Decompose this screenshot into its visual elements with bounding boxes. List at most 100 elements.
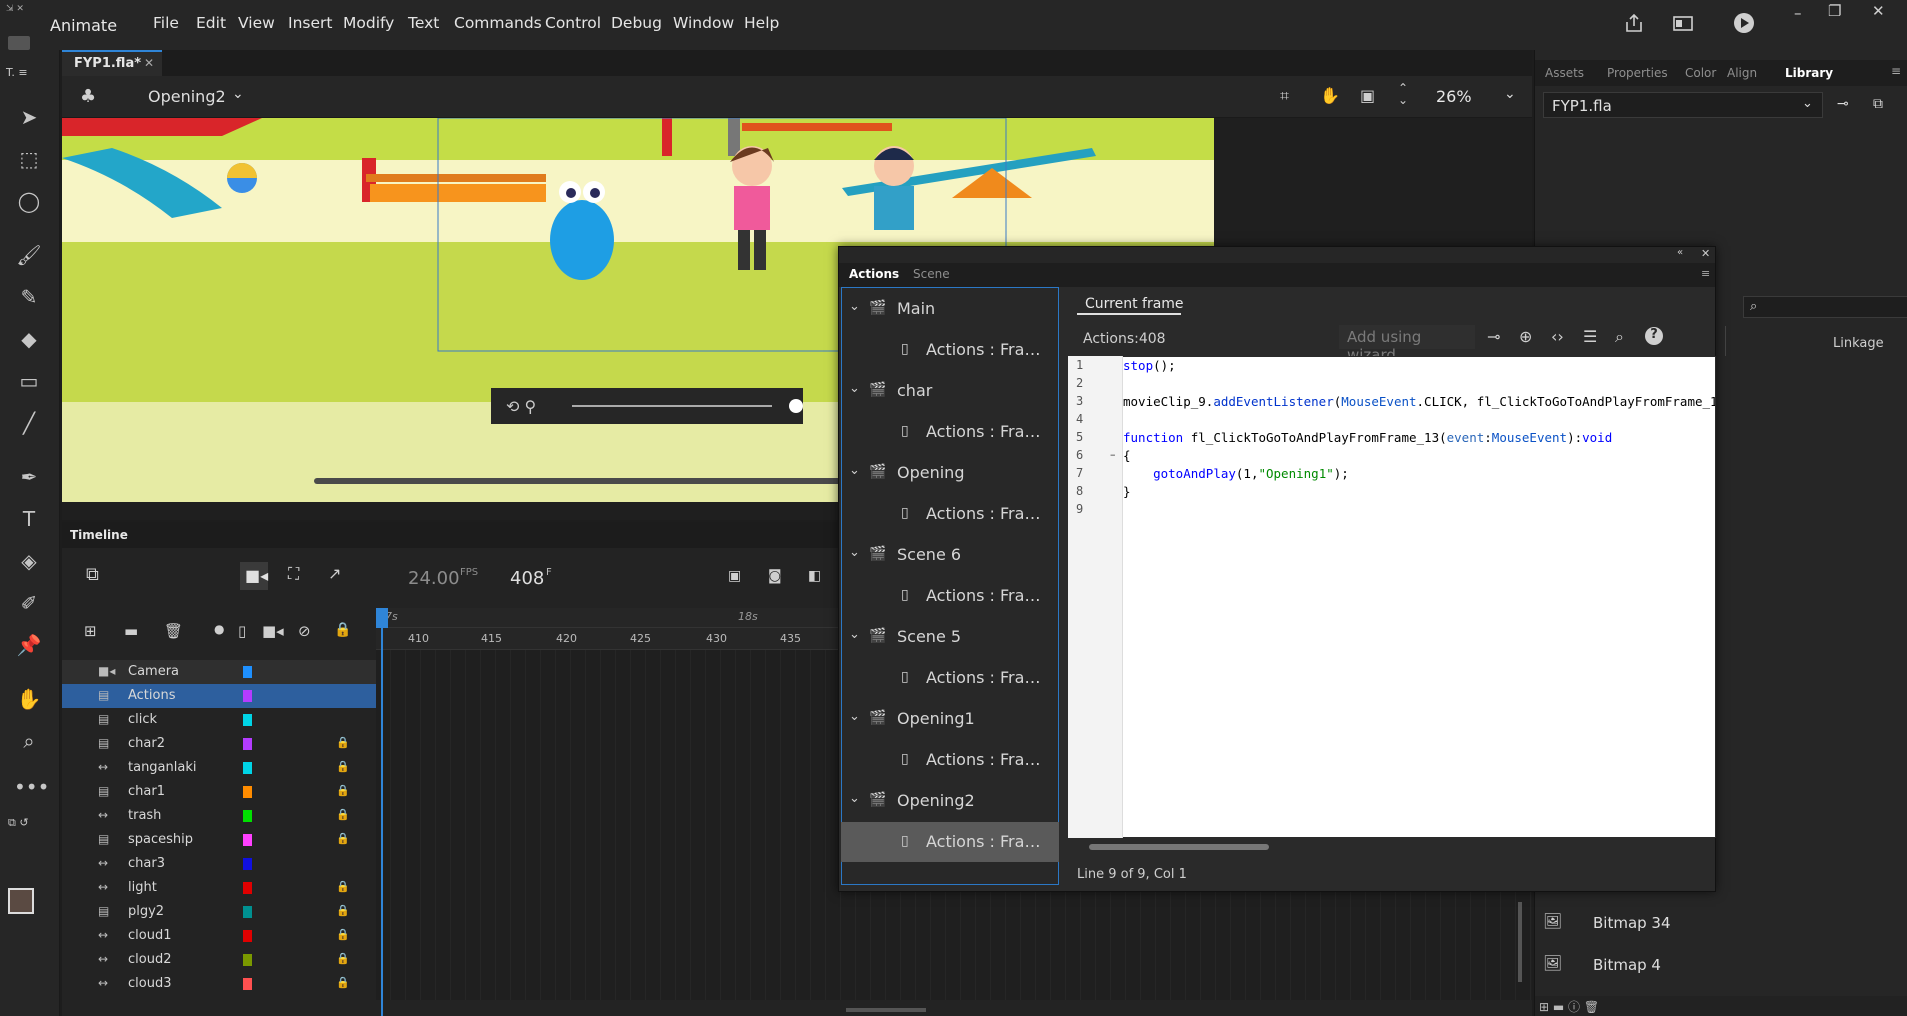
new-folder-icon[interactable]: ▬ <box>124 622 138 640</box>
pin-script-icon[interactable]: ⊸ <box>1487 327 1500 346</box>
tree-scene-item[interactable]: ⌄ 🎬 Opening <box>841 453 1059 493</box>
outline-icon[interactable]: ▯ <box>238 622 246 640</box>
camera-button[interactable]: ■◂ <box>240 562 268 590</box>
layer-row[interactable]: ↔ cloud1 🔒 <box>62 924 376 948</box>
menu-commands[interactable]: Commands <box>454 14 542 32</box>
scene-name[interactable]: Opening2 <box>148 87 226 106</box>
menu-window[interactable]: Window <box>673 14 734 32</box>
layer-row[interactable]: ■◂ Camera <box>62 660 376 684</box>
tree-frame-item-selected[interactable]: ▯ Actions : Frame ... <box>841 822 1059 862</box>
library-item[interactable]: Bitmap 34 <box>1593 914 1671 932</box>
menu-help[interactable]: Help <box>744 14 779 32</box>
parent-view-icon[interactable]: ⛶ <box>288 564 299 584</box>
paint-bucket-icon[interactable]: ◈ <box>14 546 44 576</box>
actions-menu-icon[interactable]: ≡ <box>1701 267 1710 280</box>
fps-value[interactable]: 24.00 <box>408 568 460 589</box>
eyedropper-icon[interactable]: ✐ <box>14 588 44 618</box>
window-controls-icon[interactable]: ⇲ ✕ <box>6 4 36 14</box>
layer-row[interactable]: ↔ char3 <box>62 852 376 876</box>
library-item[interactable]: Bitmap 4 <box>1593 956 1661 974</box>
pin-library-icon[interactable]: ⊸ <box>1837 96 1849 112</box>
scene-dropdown-icon[interactable]: ⌄ <box>232 86 244 102</box>
layer-color[interactable] <box>243 666 252 678</box>
new-library-icon[interactable]: ⧉ <box>1873 96 1883 112</box>
lock-icon[interactable]: 🔒 <box>336 832 350 845</box>
layer-color[interactable] <box>243 714 252 726</box>
lock-icon[interactable]: 🔒 <box>336 784 350 797</box>
insert-target-icon[interactable]: ⊕ <box>1519 327 1532 346</box>
code-line-6[interactable]: { <box>1123 448 1131 463</box>
publish-icon[interactable] <box>1623 12 1645 34</box>
lock-icon[interactable]: 🔒 <box>336 736 350 749</box>
playhead[interactable] <box>376 608 388 628</box>
code-line-8[interactable]: } <box>1123 484 1131 499</box>
tree-scene-item[interactable]: ⌄ 🎬 char <box>841 371 1059 411</box>
layer-row[interactable]: ▤ spaceship 🔒 <box>62 828 376 852</box>
layer-row[interactable]: ▤ char1 🔒 <box>62 780 376 804</box>
tree-frame-item[interactable]: ▯ Actions : Frame ... <box>841 576 1059 616</box>
scene-icon[interactable]: ♣ <box>80 86 96 107</box>
menu-edit[interactable]: Edit <box>196 14 226 32</box>
timeline-h-scrollbar[interactable] <box>846 1008 926 1012</box>
delete-layer-icon[interactable]: 🗑 <box>164 622 183 640</box>
clip-stage-icon[interactable]: ▣ <box>1360 86 1375 105</box>
chevron-down-icon[interactable]: ⌄ <box>849 545 860 560</box>
tree-scene-item[interactable]: ⌄ 🎬 Main <box>841 289 1059 329</box>
highlight-icon[interactable]: ● <box>214 622 224 636</box>
code-h-scrollbar[interactable] <box>1089 844 1269 850</box>
lock-icon[interactable]: 🔒 <box>336 808 350 821</box>
tab-assets[interactable]: Assets <box>1545 66 1584 80</box>
layer-row[interactable]: ↔ cloud2 🔒 <box>62 948 376 972</box>
close-window-icon[interactable]: ✕ <box>1872 2 1885 20</box>
tab-color[interactable]: Color <box>1685 66 1716 80</box>
fold-icon[interactable]: – <box>1110 448 1116 461</box>
chevron-down-icon[interactable]: ⌄ <box>849 463 860 478</box>
tree-scene-item[interactable]: ⌄ 🎬 Scene 6 <box>841 535 1059 575</box>
lock-icon[interactable]: 🔒 <box>336 976 350 989</box>
lock-icon[interactable]: 🔒 <box>336 952 350 965</box>
code-line-5[interactable]: function fl_ClickToGoToAndPlayFromFrame_… <box>1123 430 1715 445</box>
tab-properties[interactable]: Properties <box>1607 66 1668 80</box>
tree-frame-item[interactable]: ▯ Actions : Frame 1 <box>841 330 1059 370</box>
tree-frame-item[interactable]: ▯ Actions : Frame ... <box>841 740 1059 780</box>
frame-value[interactable]: 408 <box>510 568 544 589</box>
layer-row[interactable]: ↔ cloud3 🔒 <box>62 972 376 996</box>
selection-tool-icon[interactable]: ➤ <box>14 102 44 132</box>
layer-color[interactable] <box>243 858 252 870</box>
tab-library[interactable]: Library <box>1785 66 1833 80</box>
snap-icon[interactable]: ⌗ <box>1280 86 1289 106</box>
menu-debug[interactable]: Debug <box>611 14 662 32</box>
layer-color[interactable] <box>243 810 252 822</box>
tab-align[interactable]: Align <box>1727 66 1757 80</box>
linkage-column-header[interactable]: Linkage <box>1833 336 1884 351</box>
zoom-value[interactable]: 26% <box>1436 87 1472 106</box>
collapse-panel-icon[interactable]: « <box>1677 247 1683 258</box>
layer-row[interactable]: ▤ click <box>62 708 376 732</box>
current-frame-tab[interactable]: Current frame <box>1085 296 1184 312</box>
tree-frame-item[interactable]: ▯ Actions : Frame ... <box>841 494 1059 534</box>
menu-file[interactable]: File <box>153 14 179 32</box>
tree-scene-item[interactable]: ⌄ 🎬 Opening2 <box>841 781 1059 821</box>
preview-icon[interactable] <box>1672 12 1694 34</box>
visibility-icon[interactable]: ⊘ <box>298 622 311 640</box>
pen-tool-icon[interactable]: ✒ <box>14 462 44 492</box>
menu-modify[interactable]: Modify <box>343 14 394 32</box>
pin-tool-icon[interactable]: 📌 <box>14 630 44 660</box>
code-line-3[interactable]: movieClip_9.addEventListener(MouseEvent.… <box>1123 394 1715 409</box>
tree-frame-item[interactable]: ▯ Actions : Frame 1 <box>841 412 1059 452</box>
tree-frame-item[interactable]: ▯ Actions : Frame ... <box>841 658 1059 698</box>
graph-icon[interactable]: ↗ <box>328 564 341 583</box>
layer-color[interactable] <box>243 738 252 750</box>
library-footer-icons[interactable]: ⊞ ▬ ⓘ 🗑 <box>1539 998 1599 1015</box>
stroke-color-swatch[interactable] <box>8 888 34 914</box>
close-tab-icon[interactable]: ✕ <box>144 56 154 70</box>
layer-row-selected[interactable]: ▤ Actions <box>62 684 376 708</box>
lock-icon[interactable]: 🔒 <box>336 904 350 917</box>
lock-all-icon[interactable]: 🔒 <box>334 622 351 638</box>
tree-scene-item[interactable]: ⌄ 🎬 Scene 5 <box>841 617 1059 657</box>
tab-actions[interactable]: Actions <box>849 267 899 281</box>
find-icon[interactable]: ⌕ <box>1615 327 1624 347</box>
chevron-down-icon[interactable]: ⌄ <box>849 299 860 314</box>
layer-color[interactable] <box>243 834 252 846</box>
toolbar-collapse-icon[interactable]: T. ≡ <box>6 66 28 79</box>
